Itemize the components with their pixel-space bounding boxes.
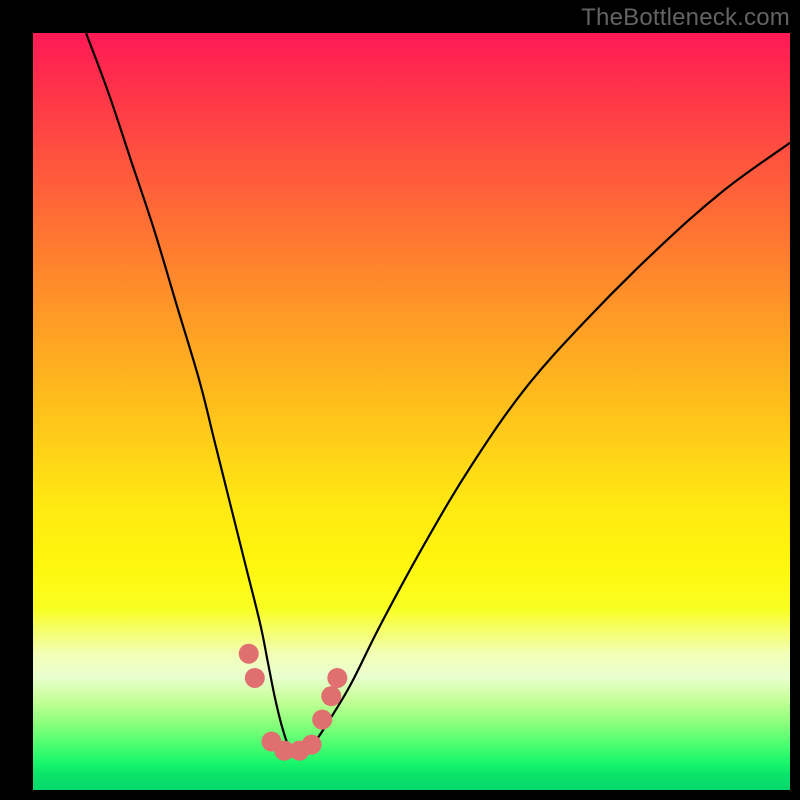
chart-frame: TheBottleneck.com [0, 0, 800, 800]
marker-point [327, 668, 347, 688]
marker-point [302, 735, 322, 755]
marker-point [239, 644, 259, 664]
watermark-text: TheBottleneck.com [581, 4, 790, 32]
bottleneck-curve [86, 33, 790, 752]
plot-area [33, 33, 790, 790]
marker-point [321, 686, 341, 706]
chart-svg [33, 33, 790, 790]
marker-group [239, 644, 348, 761]
marker-point [312, 710, 332, 730]
marker-point [245, 668, 265, 688]
